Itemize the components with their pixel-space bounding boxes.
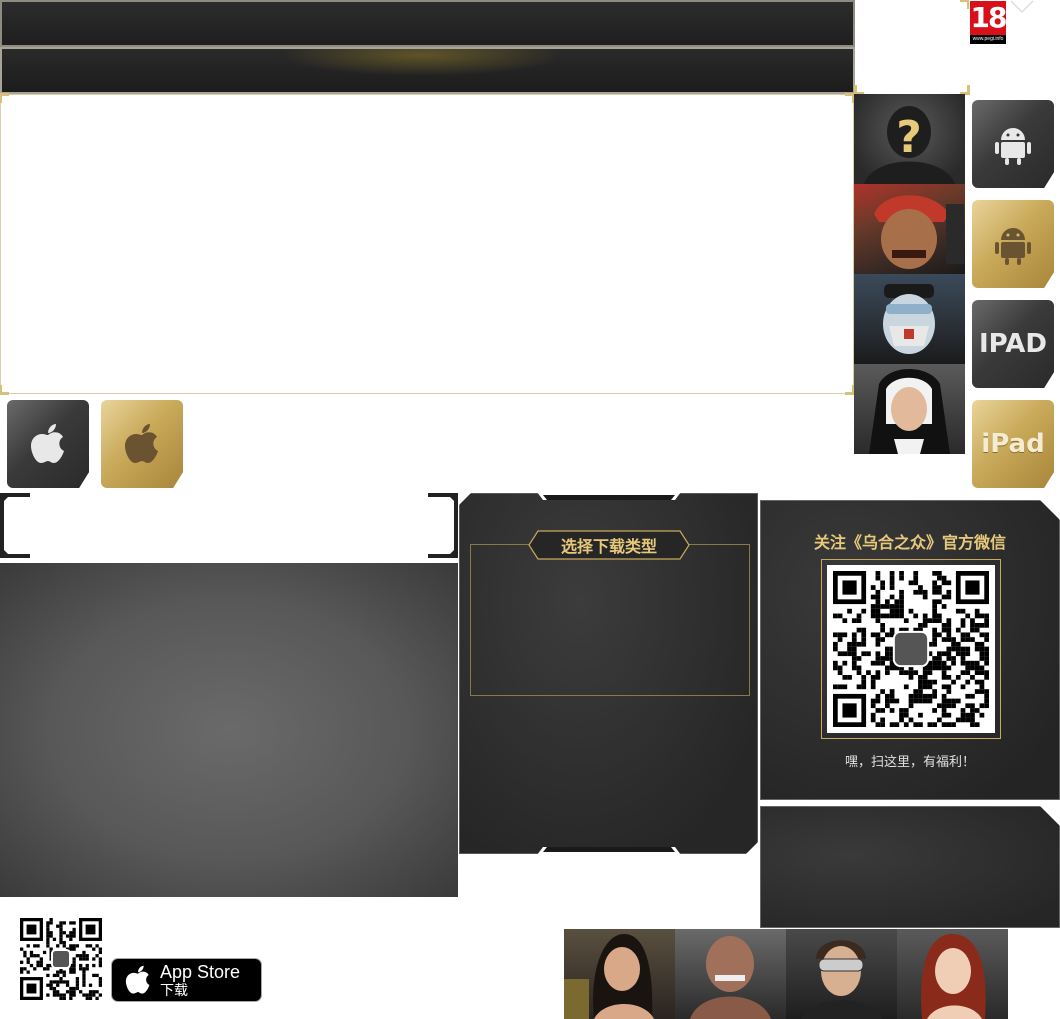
ipad-button-label: iPad xyxy=(981,429,1045,459)
wechat-title: 关注《乌合之众》官方微信 xyxy=(813,533,1006,552)
character-portrait-mask[interactable] xyxy=(854,274,965,364)
character-portrait-bald[interactable] xyxy=(675,929,786,1019)
secondary-dark-panel xyxy=(760,806,1060,928)
ios-button[interactable] xyxy=(7,400,89,488)
app-store-label: App Store xyxy=(160,962,241,982)
apple-icon xyxy=(31,424,64,463)
character-unknown[interactable]: ? xyxy=(854,94,965,184)
android-button-active[interactable] xyxy=(972,200,1054,288)
portrait-nun-art xyxy=(869,369,950,454)
android-icon xyxy=(995,228,1031,265)
svg-text:?: ? xyxy=(896,112,922,163)
portrait-mask-art xyxy=(883,284,935,354)
app-store-button[interactable]: App Store 下载 xyxy=(111,958,262,1002)
wechat-panel: 关注《乌合之众》官方微信 嘿，扫这里，有福利！ xyxy=(760,500,1060,800)
main-content-frame xyxy=(0,93,855,395)
top-bar xyxy=(0,0,855,47)
character-portrait-woman-dark[interactable] xyxy=(564,929,675,1019)
pegi-url: www.pegi.info xyxy=(970,35,1006,44)
small-qr-code xyxy=(20,918,102,1000)
character-portrait-redhead[interactable] xyxy=(897,929,1008,1019)
character-portrait-nun[interactable] xyxy=(854,364,965,454)
apple-icon xyxy=(125,424,158,463)
qr-pattern xyxy=(833,571,989,727)
download-type-panel: 选择下载类型 xyxy=(459,493,758,854)
apple-icon xyxy=(125,965,150,994)
panel-bottom-notch xyxy=(537,847,681,855)
top-bar-glow xyxy=(0,47,855,94)
frame-corner xyxy=(0,385,9,395)
pegi-age: 18 xyxy=(970,1,1008,34)
character-portrait-bandana[interactable] xyxy=(854,184,965,274)
download-title-badge: 选择下载类型 xyxy=(528,530,690,560)
avatar-frame xyxy=(854,0,970,95)
android-button[interactable] xyxy=(972,100,1054,188)
android-icon xyxy=(995,128,1031,165)
app-store-sublabel: 下载 xyxy=(160,982,188,998)
qr-pattern xyxy=(20,918,102,1000)
ipad-button-active[interactable]: iPad xyxy=(972,400,1054,488)
download-options-box xyxy=(470,544,750,696)
wechat-qr-code xyxy=(827,565,995,733)
portrait-bandana-art xyxy=(874,195,964,269)
portrait-art xyxy=(564,934,654,1019)
ipad-button[interactable]: IPAD xyxy=(972,300,1054,388)
portrait-art xyxy=(690,936,771,1019)
video-placeholder-panel xyxy=(0,563,458,897)
frame-corner xyxy=(0,93,9,103)
ipad-button-label: IPAD xyxy=(978,329,1048,359)
wechat-subtitle: 嘿，扫这里，有福利！ xyxy=(844,754,975,769)
mystery-silhouette-icon: ? xyxy=(864,106,955,184)
pegi-rating-badge: 18 www.pegi.info xyxy=(969,0,1007,45)
character-portrait-goggles[interactable] xyxy=(786,929,897,1019)
wechat-qr-frame xyxy=(821,559,1001,739)
portrait-art xyxy=(801,940,882,1019)
download-title: 选择下载类型 xyxy=(560,537,657,556)
panel-top-notch xyxy=(537,492,681,500)
portrait-art xyxy=(921,934,986,1019)
bracket-box xyxy=(0,493,458,558)
dropdown-triangle-icon xyxy=(1010,0,1034,14)
ios-button-active[interactable] xyxy=(101,400,183,488)
